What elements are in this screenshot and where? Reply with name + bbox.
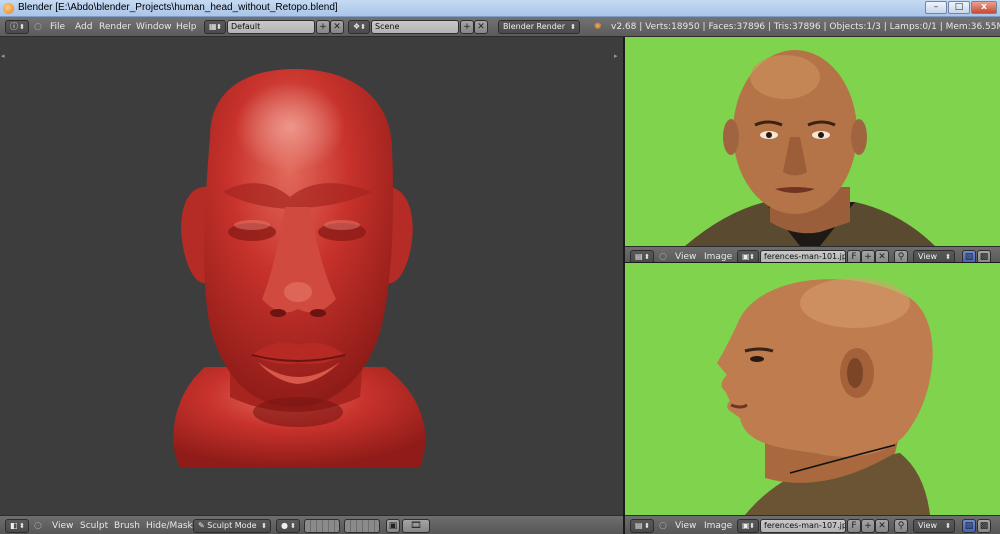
image-editor-icon: ▤ — [635, 252, 643, 261]
menu-sculpt[interactable]: Sculpt — [80, 519, 108, 533]
draw-color-channels-icon[interactable]: ▧ — [962, 519, 976, 533]
opengl-render-icon[interactable]: 🎞 — [402, 519, 430, 533]
chevron-updown-icon: ⬍ — [644, 522, 650, 530]
image-editor-side[interactable]: ◂ ▸ — [625, 263, 1000, 515]
info-header: ⓘ ⬍ ○ File Add Render Window Help ▦ ⬍ Defa… — [0, 17, 1000, 37]
editor-type-3d-button[interactable]: ◧ ⬍ — [5, 519, 29, 533]
3d-viewport-header: ◧ ⬍ ○ View Sculpt Brush Hide/Mask ✎ Sculp… — [0, 515, 623, 534]
image-browse-button[interactable]: ▣ ⬍ — [737, 519, 759, 533]
image-editor-side-header: ▤ ⬍ ○ View Image ▣ ⬍ ferences-man-107.jpg … — [625, 515, 1000, 534]
render-engine-dropdown[interactable]: Blender Render ⬍ — [498, 20, 580, 34]
menu-render[interactable]: Render — [99, 20, 131, 34]
menu-view[interactable]: View — [675, 519, 696, 533]
view-mode-label: View — [918, 521, 937, 530]
fake-user-toggle[interactable]: F — [847, 519, 861, 533]
chevron-updown-icon: ⬍ — [216, 23, 222, 31]
chevron-updown-icon: ⬍ — [261, 522, 267, 530]
view-mode-label: View — [918, 252, 937, 261]
add-screen-icon[interactable]: + — [316, 20, 330, 34]
image-editor-front[interactable]: ▸ — [625, 37, 1000, 246]
unlink-image-icon[interactable]: ✕ — [875, 519, 889, 533]
alpha-channel-icon[interactable]: ▩ — [977, 519, 991, 533]
close-button[interactable]: x — [971, 1, 997, 14]
scene-icon: ❖ — [353, 22, 361, 31]
brush-icon: ✎ — [198, 521, 208, 530]
mode-label: Sculpt Mode — [207, 521, 257, 530]
menu-help[interactable]: Help — [176, 20, 197, 34]
editor-type-image-button[interactable]: ▤ ⬍ — [630, 519, 654, 533]
new-image-icon[interactable]: + — [861, 519, 875, 533]
pin-icon[interactable]: ⚲ — [894, 519, 908, 533]
view-mode-dropdown[interactable]: View ⬍ — [913, 519, 955, 533]
scene-field[interactable]: Scene — [371, 20, 459, 34]
scene-stats: v2.68 | Verts:18950 | Faces:37896 | Tris… — [611, 22, 1000, 32]
add-scene-icon[interactable]: + — [460, 20, 474, 34]
chevron-updown-icon: ⬍ — [360, 23, 366, 31]
viewport-shading-dropdown[interactable]: ● ⬍ — [276, 519, 300, 533]
chevron-updown-icon: ⬍ — [749, 522, 755, 530]
image-editor-icon: ▤ — [635, 521, 643, 530]
minimize-button[interactable]: – — [925, 1, 947, 14]
menu-view[interactable]: View — [52, 519, 73, 533]
menu-add[interactable]: Add — [75, 20, 92, 34]
chevron-updown-icon: ⬍ — [19, 522, 25, 530]
chevron-updown-icon: ⬍ — [290, 522, 296, 530]
window-titlebar: Blender [E:\Abdo\blender_Projects\human_… — [0, 0, 1000, 17]
layer-buttons-right[interactable] — [344, 519, 380, 533]
cube-icon: ◧ — [10, 521, 18, 530]
editor-type-info-button[interactable]: ⓘ ⬍ — [5, 20, 29, 34]
chevron-updown-icon: ⬍ — [570, 23, 576, 31]
menu-brush[interactable]: Brush — [114, 519, 140, 533]
menu-image[interactable]: Image — [704, 519, 732, 533]
sculpted-head-mesh — [173, 69, 426, 467]
3d-viewport[interactable]: ◂ ▸ — [0, 37, 623, 515]
screen-layout-browse-button[interactable]: ▦ ⬍ — [204, 20, 226, 34]
remove-screen-icon[interactable]: ✕ — [330, 20, 344, 34]
render-preview-icon[interactable]: ▣ — [386, 519, 400, 533]
render-engine-label: Blender Render — [503, 22, 566, 31]
maximize-button[interactable]: □ — [948, 1, 970, 14]
collapse-menu-icon[interactable]: ○ — [34, 20, 42, 34]
collapse-menu-icon[interactable]: ○ — [659, 519, 667, 533]
chevron-updown-icon: ⬍ — [19, 23, 25, 31]
menu-file[interactable]: File — [50, 20, 65, 34]
screen-layout-field[interactable]: Default — [227, 20, 315, 34]
solid-sphere-icon: ● — [281, 521, 288, 530]
scene-browse-button[interactable]: ❖ ⬍ — [348, 20, 370, 34]
mode-dropdown[interactable]: ✎ Sculpt Mode ⬍ — [193, 519, 271, 533]
menu-hide-mask[interactable]: Hide/Mask — [146, 519, 193, 533]
layer-buttons-left[interactable] — [304, 519, 340, 533]
menu-window[interactable]: Window — [136, 20, 172, 34]
chevron-updown-icon: ⬍ — [945, 522, 951, 530]
info-icon: ⓘ — [10, 22, 18, 31]
remove-scene-icon[interactable]: ✕ — [474, 20, 488, 34]
collapse-menu-icon[interactable]: ○ — [34, 519, 42, 533]
area-divider-horizontal[interactable] — [625, 262, 1000, 263]
blender-logo-icon — [3, 3, 14, 14]
image-name-field[interactable]: ferences-man-107.jpg — [760, 519, 846, 533]
front-reference-photo — [625, 37, 1000, 246]
blender-status-icon: ✺ — [594, 22, 602, 32]
side-reference-photo — [625, 263, 1000, 515]
window-title: Blender [E:\Abdo\blender_Projects\human_… — [18, 2, 338, 13]
area-divider-vertical[interactable] — [623, 37, 625, 534]
